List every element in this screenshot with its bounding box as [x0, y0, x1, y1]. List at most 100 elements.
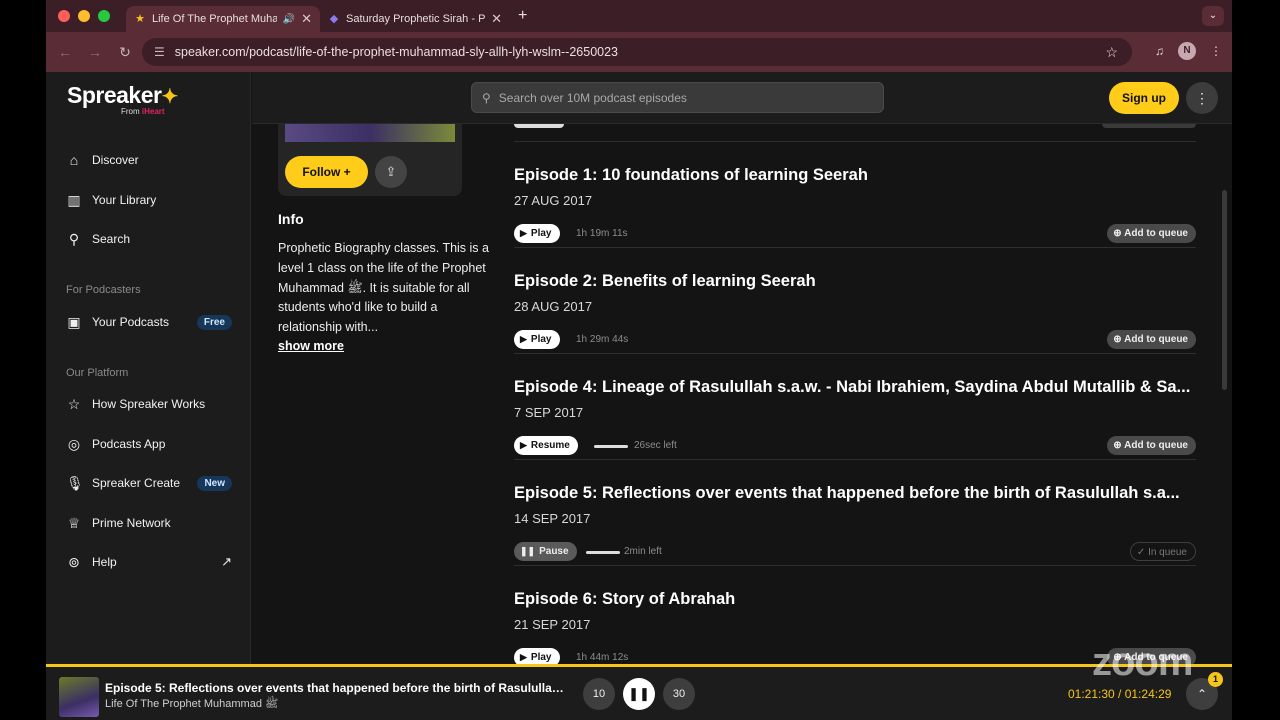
- previous-queue-button-edge[interactable]: [1102, 124, 1196, 128]
- sidebar-item-label: Search: [92, 232, 131, 246]
- time-left: 26sec left: [634, 440, 677, 451]
- sidebar-item-label: Podcasts App: [92, 437, 166, 451]
- zoom-watermark: zoom: [1092, 640, 1193, 684]
- sidebar-item-search[interactable]: ⚲ Search: [66, 231, 236, 247]
- previous-play-button-edge[interactable]: [514, 124, 564, 128]
- episode-date: 27 AUG 2017: [514, 193, 593, 208]
- url-field[interactable]: ☰ speaker.com/podcast/life-of-the-prophe…: [142, 38, 1132, 66]
- queue-label: Add to queue: [1124, 334, 1188, 345]
- sidebar-item-help[interactable]: ⊚ Help ↗: [66, 554, 236, 570]
- plus-circle-icon: ⊕: [1113, 334, 1122, 345]
- episode-title[interactable]: Episode 1: 10 foundations of learning Se…: [514, 166, 1196, 185]
- shield-icon: ◆: [329, 13, 339, 25]
- forward-button[interactable]: →: [80, 44, 110, 60]
- episode-date: 14 SEP 2017: [514, 511, 591, 526]
- close-window-button[interactable]: [58, 10, 70, 22]
- tab-title: Life Of The Prophet Muha: [152, 13, 277, 25]
- close-tab-icon[interactable]: ✕: [491, 11, 502, 27]
- sidebar-item-podcasts-app[interactable]: ◎ Podcasts App: [66, 436, 236, 452]
- back-button[interactable]: ←: [50, 44, 80, 60]
- star-icon: ☆: [67, 396, 81, 412]
- app-icon: ◎: [67, 436, 81, 452]
- progress-bar: [594, 445, 628, 448]
- tab-life-of-prophet[interactable]: ★ Life Of The Prophet Muha 🔊 ✕: [126, 6, 320, 32]
- info-description: Prophetic Biography classes. This is a l…: [278, 241, 489, 335]
- sidebar-item-spreaker-create[interactable]: 🎙 Spreaker Create New: [66, 475, 236, 491]
- section-our-platform: Our Platform: [66, 367, 129, 379]
- media-control-icon[interactable]: ♫: [1155, 44, 1164, 58]
- episode-duration: 1h 44m 12s: [576, 652, 629, 663]
- sidebar-item-discover[interactable]: ⌂ Discover: [66, 152, 236, 168]
- maximize-window-button[interactable]: [98, 10, 110, 22]
- episode-title[interactable]: Episode 2: Benefits of learning Seerah: [514, 272, 1196, 291]
- episode-title[interactable]: Episode 6: Story of Abrahah: [514, 590, 1196, 609]
- play-label: Play: [530, 652, 552, 663]
- search-input[interactable]: ⚲ Search over 10M podcast episodes: [471, 82, 884, 113]
- audio-playing-icon[interactable]: 🔊: [283, 14, 295, 25]
- top-header: ⚲ Search over 10M podcast episodes Sign …: [252, 72, 1232, 124]
- sidebar-item-how-spreaker-works[interactable]: ☆ How Spreaker Works: [66, 396, 236, 412]
- spreaker-logo[interactable]: Spreaker✦: [67, 82, 178, 109]
- episode-row: Episode 2: Benefits of learning Seerah 2…: [514, 240, 1196, 349]
- now-playing-show[interactable]: Life Of The Prophet Muhammad ﷺ: [105, 697, 278, 713]
- bookmark-star-icon[interactable]: ☆: [1105, 44, 1118, 61]
- pause-label: Pause: [539, 546, 569, 557]
- site-settings-icon[interactable]: ☰: [154, 45, 165, 59]
- address-bar: ← → ↻ ☰ speaker.com/podcast/life-of-the-…: [46, 32, 1232, 72]
- tab-bar: ★ Life Of The Prophet Muha 🔊 ✕ ◆ Saturda…: [46, 0, 1232, 32]
- tab-saturday-sirah[interactable]: ◆ Saturday Prophetic Sirah - Pr ✕: [320, 6, 510, 32]
- forward-30-button[interactable]: 30: [663, 678, 695, 710]
- profile-avatar[interactable]: N: [1178, 42, 1196, 60]
- now-playing-title[interactable]: Episode 5: Reflections over events that …: [105, 681, 565, 695]
- new-badge: New: [197, 475, 232, 491]
- follow-button[interactable]: Follow +: [285, 156, 368, 188]
- rewind-10-button[interactable]: 10: [583, 678, 615, 710]
- minimize-window-button[interactable]: [78, 10, 90, 22]
- sidebar-item-prime-network[interactable]: ♕ Prime Network: [66, 515, 236, 531]
- close-tab-icon[interactable]: ✕: [301, 11, 312, 27]
- podcast-card: Follow + ⇪: [278, 124, 462, 196]
- sidebar-item-label: How Spreaker Works: [92, 397, 206, 411]
- episode-duration: 1h 19m 11s: [576, 228, 628, 239]
- browser-menu-icon[interactable]: ⋮: [1210, 44, 1222, 58]
- section-for-podcasters: For Podcasters: [66, 284, 141, 296]
- search-placeholder: Search over 10M podcast episodes: [498, 90, 687, 105]
- play-label: Play: [530, 228, 552, 239]
- signup-button[interactable]: Sign up: [1109, 82, 1179, 114]
- episode-title[interactable]: Episode 4: Lineage of Rasulullah s.a.w. …: [514, 378, 1196, 397]
- more-menu-icon[interactable]: ⋮: [1186, 82, 1218, 114]
- now-playing-artwork[interactable]: [59, 677, 99, 717]
- free-badge: Free: [196, 314, 232, 330]
- rewind-icon: 10: [592, 688, 606, 700]
- playback-time: 01:21:30 / 01:24:29: [1068, 687, 1172, 701]
- play-icon: ▶: [520, 334, 527, 344]
- chevron-up-icon: ⌃: [1196, 687, 1208, 701]
- new-tab-button[interactable]: +: [518, 7, 527, 25]
- audio-player-bar: Episode 5: Reflections over events that …: [46, 664, 1232, 720]
- page-scrollbar[interactable]: [1222, 190, 1227, 390]
- share-icon[interactable]: ⇪: [375, 156, 407, 188]
- play-icon: ▶: [520, 228, 527, 238]
- reload-button[interactable]: ↻: [110, 44, 140, 61]
- episode-date: 21 SEP 2017: [514, 617, 591, 632]
- show-more-link[interactable]: show more: [278, 339, 344, 353]
- info-heading: Info: [278, 211, 304, 227]
- sidebar-item-library[interactable]: ▥ Your Library: [66, 192, 236, 208]
- pause-icon: ❚❚: [628, 686, 650, 701]
- window-controls: [58, 10, 110, 22]
- episode-title[interactable]: Episode 5: Reflections over events that …: [514, 484, 1196, 503]
- sidebar-item-your-podcasts[interactable]: ▣ Your Podcasts Free: [66, 314, 236, 330]
- sidebar-item-label: Prime Network: [92, 516, 171, 530]
- help-icon: ⊚: [68, 554, 80, 570]
- play-button[interactable]: ▶ Play: [514, 648, 560, 664]
- plus-circle-icon: ⊕: [1113, 440, 1122, 451]
- play-icon: ▶: [520, 652, 527, 662]
- episode-row: Episode 5: Reflections over events that …: [514, 452, 1196, 561]
- tab-search-button[interactable]: ⌄: [1202, 6, 1224, 26]
- browser-window: ★ Life Of The Prophet Muha 🔊 ✕ ◆ Saturda…: [46, 0, 1232, 720]
- mic-icon: 🎙: [66, 475, 84, 491]
- pause-playback-button[interactable]: ❚❚: [623, 678, 655, 710]
- home-icon: ⌂: [69, 152, 79, 168]
- tab-title: Saturday Prophetic Sirah - Pr: [346, 13, 486, 25]
- sparkle-icon: ✦: [161, 86, 178, 108]
